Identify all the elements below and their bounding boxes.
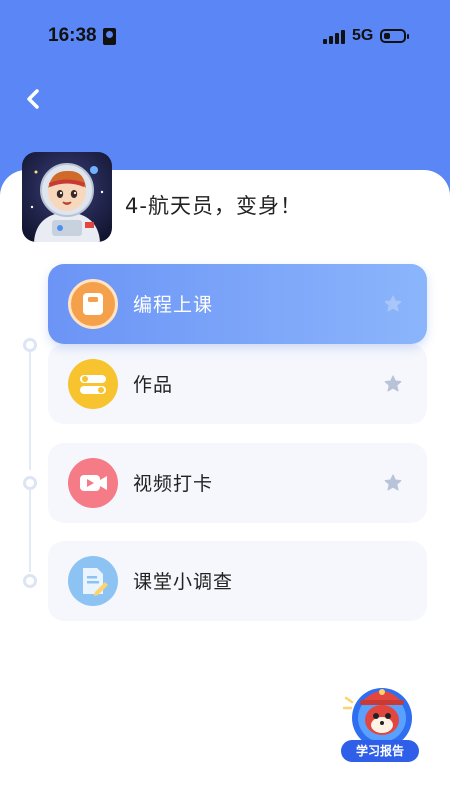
lesson-title: 4-航天员，变身！ xyxy=(125,194,302,218)
battery-icon xyxy=(380,29,409,43)
menu-item-label: 视频打卡 xyxy=(133,473,214,495)
timeline-dot xyxy=(23,574,37,588)
coding-class-icon-wrapper xyxy=(68,279,118,329)
menu-item-class-survey[interactable]: 课堂小调查 xyxy=(48,541,427,621)
timeline-dot xyxy=(23,476,37,490)
back-button[interactable] xyxy=(18,84,48,114)
lesson-cover-image xyxy=(22,152,112,242)
status-time: 16:38 xyxy=(48,25,97,46)
status-bar: 16:38 5G xyxy=(0,0,450,72)
menu-item-coding-class[interactable]: 编程上课 xyxy=(48,264,427,344)
menu-item-works[interactable]: 作品 xyxy=(48,344,427,424)
timeline-line xyxy=(29,352,31,470)
study-report-button[interactable]: 学习报告 xyxy=(338,678,422,764)
chevron-left-icon xyxy=(27,89,39,109)
menu-item-video-checkin[interactable]: 视频打卡 xyxy=(48,443,427,523)
mascot-icon xyxy=(342,688,412,748)
astronaut-avatar-icon xyxy=(22,152,112,242)
id-card-icon xyxy=(103,28,116,45)
timeline-line xyxy=(29,490,31,572)
survey-icon xyxy=(83,568,108,596)
timeline-dot xyxy=(23,338,37,352)
study-report-label: 学习报告 xyxy=(341,740,419,762)
menu-item-label: 编程上课 xyxy=(133,294,214,316)
signal-icon xyxy=(323,29,345,44)
video-camera-icon xyxy=(80,475,107,491)
star-icon xyxy=(384,474,402,491)
works-icon-wrapper xyxy=(68,359,118,409)
class-survey-icon-wrapper xyxy=(68,556,118,606)
menu-item-label: 作品 xyxy=(133,374,174,396)
star-icon xyxy=(384,375,402,392)
tablet-icon xyxy=(83,293,103,315)
network-type: 5G xyxy=(352,27,374,44)
toggle-icon xyxy=(80,375,106,394)
menu-item-label: 课堂小调查 xyxy=(133,571,234,593)
star-icon xyxy=(384,295,402,312)
video-checkin-icon-wrapper xyxy=(68,458,118,508)
